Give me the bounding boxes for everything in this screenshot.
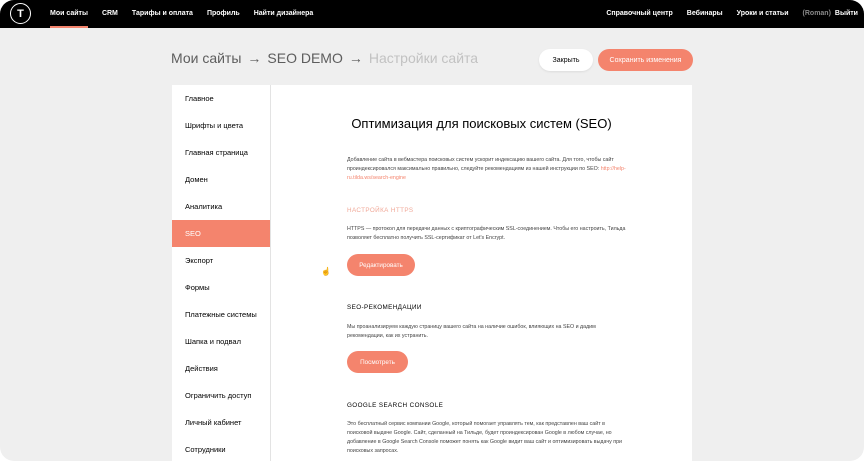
intro-paragraph: Добавление сайта в вебмастера поисковых …	[347, 157, 614, 172]
seo-recommendations-text: Мы проанализируем каждую страницу вашего…	[347, 324, 596, 339]
nav-crm[interactable]: CRM	[102, 0, 118, 28]
sidebar-item-restrict-access[interactable]: Ограничить доступ	[172, 382, 270, 409]
seo-recommendations-heading: SEO-РЕКОМЕНДАЦИИ	[347, 304, 422, 311]
nav-profile[interactable]: Профиль	[207, 0, 240, 28]
sidebar-item-fonts[interactable]: Шрифты и цвета	[172, 112, 270, 139]
https-heading: НАСТРОЙКА HTTPS	[347, 207, 414, 214]
nav-webinars[interactable]: Вебинары	[687, 0, 723, 28]
app-window: T Мои сайты CRM Тарифы и оплата Профиль …	[0, 0, 864, 461]
gsc-heading: GOOGLE SEARCH CONSOLE	[347, 402, 444, 409]
main-nav: Мои сайты CRM Тарифы и оплата Профиль На…	[50, 0, 327, 28]
save-button[interactable]: Сохранить изменения	[598, 49, 693, 71]
sidebar-item-analytics[interactable]: Аналитика	[172, 193, 270, 220]
nav-lessons[interactable]: Уроки и статьи	[737, 0, 789, 28]
nav-tariffs[interactable]: Тарифы и оплата	[132, 0, 193, 28]
breadcrumb-arrow: →	[247, 50, 262, 66]
breadcrumb-arrow: →	[348, 50, 363, 66]
logout-link[interactable]: Выйти	[835, 0, 858, 28]
sidebar-item-forms[interactable]: Формы	[172, 274, 270, 301]
settings-sidebar: Главное Шрифты и цвета Главная страница …	[172, 85, 271, 461]
top-navbar: T Мои сайты CRM Тарифы и оплата Профиль …	[0, 0, 864, 28]
close-button[interactable]: Закрыть	[539, 49, 593, 71]
intro-text: Добавление сайта в вебмастера поисковых …	[347, 156, 629, 183]
sidebar-item-payments[interactable]: Платежные системы	[172, 301, 270, 328]
sidebar-item-export[interactable]: Экспорт	[172, 247, 270, 274]
view-recommendations-button[interactable]: Посмотреть	[347, 351, 408, 373]
breadcrumb-current: Настройки сайта	[368, 50, 479, 66]
seo-settings-panel: Оптимизация для поисковых систем (SEO) Д…	[271, 85, 692, 461]
sidebar-item-main[interactable]: Главное	[172, 85, 270, 112]
sidebar-item-actions[interactable]: Действия	[172, 355, 270, 382]
page-title: Оптимизация для поисковых систем (SEO)	[351, 116, 612, 131]
user-name: (Roman)	[802, 10, 831, 17]
breadcrumb-project[interactable]: SEO DEMO	[267, 50, 342, 66]
breadcrumb-my-sites[interactable]: Мои сайты	[171, 50, 241, 66]
sidebar-item-domain[interactable]: Домен	[172, 166, 270, 193]
sidebar-item-seo[interactable]: SEO	[172, 220, 270, 247]
gsc-text: Это бесплатный сервис компании Google, к…	[347, 421, 622, 454]
nav-find-designer[interactable]: Найти дизайнера	[254, 0, 314, 28]
edit-https-button[interactable]: Редактировать	[347, 254, 415, 276]
sidebar-item-staff[interactable]: Сотрудники	[172, 436, 270, 461]
sidebar-item-home-page[interactable]: Главная страница	[172, 139, 270, 166]
nav-help-center[interactable]: Справочный центр	[606, 0, 672, 28]
breadcrumb: Мои сайты → SEO DEMO → Настройки сайта	[171, 50, 478, 66]
nav-my-sites[interactable]: Мои сайты	[50, 0, 88, 28]
hand-cursor-icon: ☝	[321, 267, 331, 276]
sidebar-item-header-footer[interactable]: Шапка и подвал	[172, 328, 270, 355]
sidebar-item-account[interactable]: Личный кабинет	[172, 409, 270, 436]
tilda-logo-icon[interactable]: T	[10, 3, 31, 24]
secondary-nav: Справочный центр Вебинары Уроки и статьи…	[592, 0, 858, 28]
https-text: HTTPS — протокол для передачи данных с к…	[347, 226, 626, 241]
